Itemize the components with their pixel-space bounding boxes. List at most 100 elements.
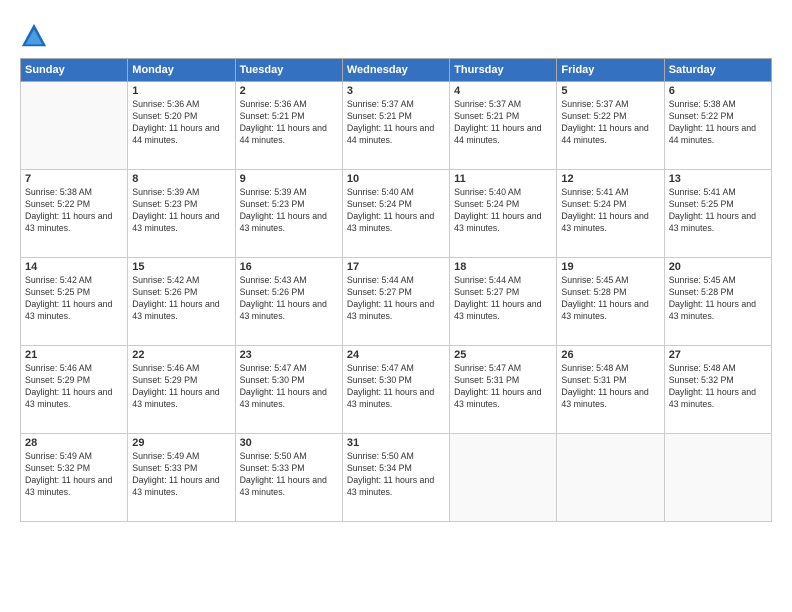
day-info: Sunrise: 5:50 AMSunset: 5:34 PMDaylight:… xyxy=(347,451,445,499)
day-number: 1 xyxy=(132,85,230,97)
calendar-day-cell: 1 Sunrise: 5:36 AMSunset: 5:20 PMDaylight… xyxy=(128,82,235,170)
day-number: 13 xyxy=(669,173,767,185)
day-info: Sunrise: 5:50 AMSunset: 5:33 PMDaylight:… xyxy=(240,451,338,499)
calendar-day-cell: 26 Sunrise: 5:48 AMSunset: 5:31 PMDayligh… xyxy=(557,346,664,434)
day-number: 4 xyxy=(454,85,552,97)
day-info: Sunrise: 5:47 AMSunset: 5:30 PMDaylight:… xyxy=(347,363,445,411)
day-info: Sunrise: 5:46 AMSunset: 5:29 PMDaylight:… xyxy=(25,363,123,411)
day-number: 15 xyxy=(132,261,230,273)
calendar-day-cell: 19Sunrise: 5:45 AMSunset: 5:28 PMDayligh… xyxy=(557,258,664,346)
calendar-header-row: SundayMondayTuesdayWednesdayThursdayFrid… xyxy=(21,59,772,82)
calendar-day-cell: 31 Sunrise: 5:50 AMSunset: 5:34 PMDayligh… xyxy=(342,434,449,522)
day-info: Sunrise: 5:36 AMSunset: 5:20 PMDaylight:… xyxy=(132,99,230,147)
day-info: Sunrise: 5:49 AMSunset: 5:33 PMDaylight:… xyxy=(132,451,230,499)
day-info: Sunrise: 5:39 AMSunset: 5:23 PMDaylight:… xyxy=(132,187,230,235)
calendar-day-cell: 16 Sunrise: 5:43 AMSunset: 5:26 PMDayligh… xyxy=(235,258,342,346)
calendar-day-cell: 24 Sunrise: 5:47 AMSunset: 5:30 PMDayligh… xyxy=(342,346,449,434)
header xyxy=(20,18,772,50)
calendar: SundayMondayTuesdayWednesdayThursdayFrid… xyxy=(20,58,772,522)
day-number: 18 xyxy=(454,261,552,273)
day-number: 6 xyxy=(669,85,767,97)
calendar-header-thursday: Thursday xyxy=(450,59,557,82)
day-number: 8 xyxy=(132,173,230,185)
day-number: 21 xyxy=(25,349,123,361)
day-info: Sunrise: 5:36 AMSunset: 5:21 PMDaylight:… xyxy=(240,99,338,147)
calendar-week-row: 1 Sunrise: 5:36 AMSunset: 5:20 PMDaylight… xyxy=(21,82,772,170)
calendar-day-cell: 8 Sunrise: 5:39 AMSunset: 5:23 PMDaylight… xyxy=(128,170,235,258)
calendar-day-cell: 28 Sunrise: 5:49 AMSunset: 5:32 PMDayligh… xyxy=(21,434,128,522)
calendar-header-sunday: Sunday xyxy=(21,59,128,82)
day-info: Sunrise: 5:49 AMSunset: 5:32 PMDaylight:… xyxy=(25,451,123,499)
day-number: 20 xyxy=(669,261,767,273)
day-number: 17 xyxy=(347,261,445,273)
day-number: 14 xyxy=(25,261,123,273)
calendar-header-friday: Friday xyxy=(557,59,664,82)
calendar-day-cell: 30Sunrise: 5:50 AMSunset: 5:33 PMDayligh… xyxy=(235,434,342,522)
calendar-week-row: 21 Sunrise: 5:46 AMSunset: 5:29 PMDayligh… xyxy=(21,346,772,434)
page: SundayMondayTuesdayWednesdayThursdayFrid… xyxy=(0,0,792,612)
day-number: 28 xyxy=(25,437,123,449)
day-number: 5 xyxy=(561,85,659,97)
day-number: 24 xyxy=(347,349,445,361)
day-number: 9 xyxy=(240,173,338,185)
day-number: 26 xyxy=(561,349,659,361)
day-info: Sunrise: 5:42 AMSunset: 5:25 PMDaylight:… xyxy=(25,275,123,323)
day-number: 2 xyxy=(240,85,338,97)
calendar-day-cell xyxy=(21,82,128,170)
calendar-day-cell: 17 Sunrise: 5:44 AMSunset: 5:27 PMDayligh… xyxy=(342,258,449,346)
day-number: 31 xyxy=(347,437,445,449)
calendar-header-wednesday: Wednesday xyxy=(342,59,449,82)
calendar-day-cell: 3 Sunrise: 5:37 AMSunset: 5:21 PMDaylight… xyxy=(342,82,449,170)
day-info: Sunrise: 5:38 AMSunset: 5:22 PMDaylight:… xyxy=(25,187,123,235)
logo xyxy=(20,22,52,50)
calendar-header-saturday: Saturday xyxy=(664,59,771,82)
calendar-day-cell: 23 Sunrise: 5:47 AMSunset: 5:30 PMDayligh… xyxy=(235,346,342,434)
day-info: Sunrise: 5:37 AMSunset: 5:21 PMDaylight:… xyxy=(347,99,445,147)
calendar-week-row: 14 Sunrise: 5:42 AMSunset: 5:25 PMDayligh… xyxy=(21,258,772,346)
day-info: Sunrise: 5:47 AMSunset: 5:31 PMDaylight:… xyxy=(454,363,552,411)
calendar-day-cell: 10Sunrise: 5:40 AMSunset: 5:24 PMDayligh… xyxy=(342,170,449,258)
calendar-day-cell: 25 Sunrise: 5:47 AMSunset: 5:31 PMDayligh… xyxy=(450,346,557,434)
day-info: Sunrise: 5:45 AMSunset: 5:28 PMDaylight:… xyxy=(561,275,659,323)
day-number: 11 xyxy=(454,173,552,185)
day-number: 16 xyxy=(240,261,338,273)
day-info: Sunrise: 5:47 AMSunset: 5:30 PMDaylight:… xyxy=(240,363,338,411)
day-info: Sunrise: 5:42 AMSunset: 5:26 PMDaylight:… xyxy=(132,275,230,323)
calendar-day-cell: 22Sunrise: 5:46 AMSunset: 5:29 PMDayligh… xyxy=(128,346,235,434)
calendar-day-cell: 27Sunrise: 5:48 AMSunset: 5:32 PMDayligh… xyxy=(664,346,771,434)
calendar-day-cell: 14 Sunrise: 5:42 AMSunset: 5:25 PMDayligh… xyxy=(21,258,128,346)
calendar-day-cell: 13 Sunrise: 5:41 AMSunset: 5:25 PMDayligh… xyxy=(664,170,771,258)
day-info: Sunrise: 5:41 AMSunset: 5:24 PMDaylight:… xyxy=(561,187,659,235)
day-number: 7 xyxy=(25,173,123,185)
day-info: Sunrise: 5:48 AMSunset: 5:31 PMDaylight:… xyxy=(561,363,659,411)
day-number: 27 xyxy=(669,349,767,361)
calendar-header-tuesday: Tuesday xyxy=(235,59,342,82)
calendar-day-cell: 15 Sunrise: 5:42 AMSunset: 5:26 PMDayligh… xyxy=(128,258,235,346)
calendar-header-monday: Monday xyxy=(128,59,235,82)
calendar-day-cell: 2 Sunrise: 5:36 AMSunset: 5:21 PMDaylight… xyxy=(235,82,342,170)
day-info: Sunrise: 5:40 AMSunset: 5:24 PMDaylight:… xyxy=(347,187,445,235)
day-number: 25 xyxy=(454,349,552,361)
day-number: 3 xyxy=(347,85,445,97)
calendar-day-cell: 11 Sunrise: 5:40 AMSunset: 5:24 PMDayligh… xyxy=(450,170,557,258)
day-info: Sunrise: 5:38 AMSunset: 5:22 PMDaylight:… xyxy=(669,99,767,147)
calendar-day-cell: 18 Sunrise: 5:44 AMSunset: 5:27 PMDayligh… xyxy=(450,258,557,346)
calendar-day-cell: 9 Sunrise: 5:39 AMSunset: 5:23 PMDaylight… xyxy=(235,170,342,258)
calendar-day-cell: 4Sunrise: 5:37 AMSunset: 5:21 PMDaylight… xyxy=(450,82,557,170)
calendar-day-cell: 20 Sunrise: 5:45 AMSunset: 5:28 PMDayligh… xyxy=(664,258,771,346)
calendar-day-cell: 5 Sunrise: 5:37 AMSunset: 5:22 PMDaylight… xyxy=(557,82,664,170)
day-number: 29 xyxy=(132,437,230,449)
calendar-day-cell: 7 Sunrise: 5:38 AMSunset: 5:22 PMDaylight… xyxy=(21,170,128,258)
day-info: Sunrise: 5:41 AMSunset: 5:25 PMDaylight:… xyxy=(669,187,767,235)
day-info: Sunrise: 5:44 AMSunset: 5:27 PMDaylight:… xyxy=(347,275,445,323)
calendar-day-cell: 6 Sunrise: 5:38 AMSunset: 5:22 PMDaylight… xyxy=(664,82,771,170)
day-info: Sunrise: 5:43 AMSunset: 5:26 PMDaylight:… xyxy=(240,275,338,323)
day-info: Sunrise: 5:45 AMSunset: 5:28 PMDaylight:… xyxy=(669,275,767,323)
day-info: Sunrise: 5:40 AMSunset: 5:24 PMDaylight:… xyxy=(454,187,552,235)
day-number: 23 xyxy=(240,349,338,361)
calendar-day-cell: 21 Sunrise: 5:46 AMSunset: 5:29 PMDayligh… xyxy=(21,346,128,434)
day-info: Sunrise: 5:44 AMSunset: 5:27 PMDaylight:… xyxy=(454,275,552,323)
day-info: Sunrise: 5:39 AMSunset: 5:23 PMDaylight:… xyxy=(240,187,338,235)
day-info: Sunrise: 5:37 AMSunset: 5:22 PMDaylight:… xyxy=(561,99,659,147)
calendar-day-cell xyxy=(450,434,557,522)
